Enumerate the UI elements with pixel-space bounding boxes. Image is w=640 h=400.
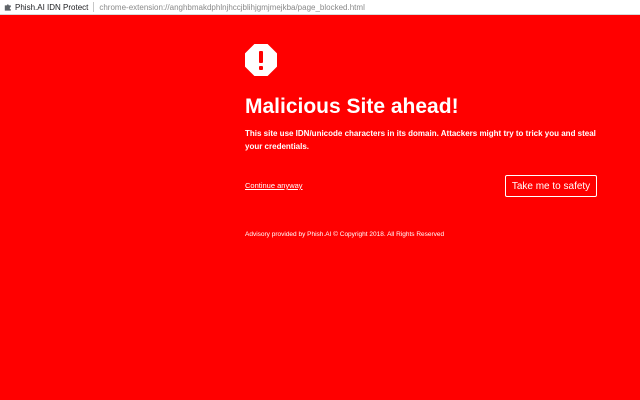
warning-octagon-icon	[245, 44, 277, 76]
extension-chip[interactable]: Phish.AI IDN Protect	[0, 0, 93, 14]
advisory-footer: Advisory provided by Phish.AI © Copyrigh…	[245, 231, 445, 238]
address-separator	[93, 2, 95, 12]
address-bar[interactable]: Phish.AI IDN Protect chrome-extension://…	[0, 0, 640, 15]
url-text[interactable]: chrome-extension://anghbmakdphlnjhccjbli…	[99, 3, 364, 12]
continue-anyway-link[interactable]: Continue anyway	[245, 181, 303, 190]
warning-description: This site use IDN/unicode characters in …	[245, 129, 596, 151]
extension-name: Phish.AI IDN Protect	[15, 2, 89, 12]
take-me-to-safety-button[interactable]: Take me to safety	[505, 175, 597, 197]
page-title: Malicious Site ahead!	[245, 95, 459, 118]
puzzle-icon	[4, 4, 11, 11]
